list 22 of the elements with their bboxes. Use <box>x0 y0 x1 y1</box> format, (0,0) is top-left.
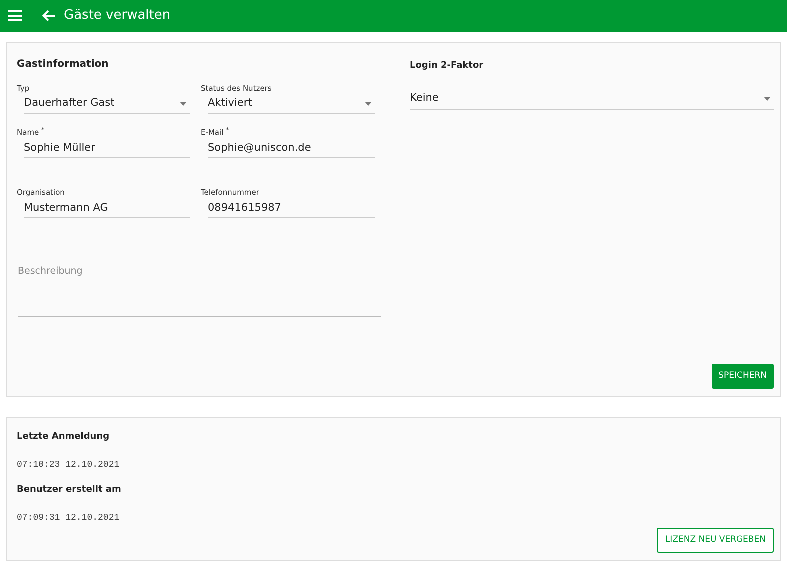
input-field[interactable]: Mustermann AG <box>24 198 190 218</box>
select-field[interactable]: Aktiviert <box>208 94 375 114</box>
section-title: Benutzer erstellt am <box>17 484 122 497</box>
dropdown-caret-icon <box>180 102 187 106</box>
section-title: Letzte Anmeldung <box>17 431 111 444</box>
section-title: Login 2-Faktor <box>410 60 485 73</box>
save-button[interactable]: SPEICHERN <box>712 364 774 389</box>
dropdown-caret-icon <box>365 102 372 106</box>
select-field[interactable]: Keine <box>410 90 774 110</box>
input-field[interactable]: Sophie Müller <box>24 138 190 158</box>
timestamp: 07:09:31 12.10.2021 <box>17 512 121 524</box>
input-field[interactable]: Sophie@uniscon.de <box>208 138 375 158</box>
back-arrow-icon[interactable] <box>42 10 56 22</box>
page-title: Gäste verwalten <box>64 7 171 26</box>
dropdown-caret-icon <box>764 97 771 101</box>
description-field[interactable]: Beschreibung <box>18 265 381 317</box>
menu-icon[interactable] <box>8 10 22 22</box>
section-title: Gastinformation <box>17 58 110 72</box>
input-field[interactable]: 08941615987 <box>208 198 375 218</box>
reassign-license-button[interactable]: LIZENZ NEU VERGEBEN <box>657 528 774 553</box>
select-field[interactable]: Dauerhafter Gast <box>24 94 190 114</box>
timestamp: 07:10:23 12.10.2021 <box>17 458 121 472</box>
